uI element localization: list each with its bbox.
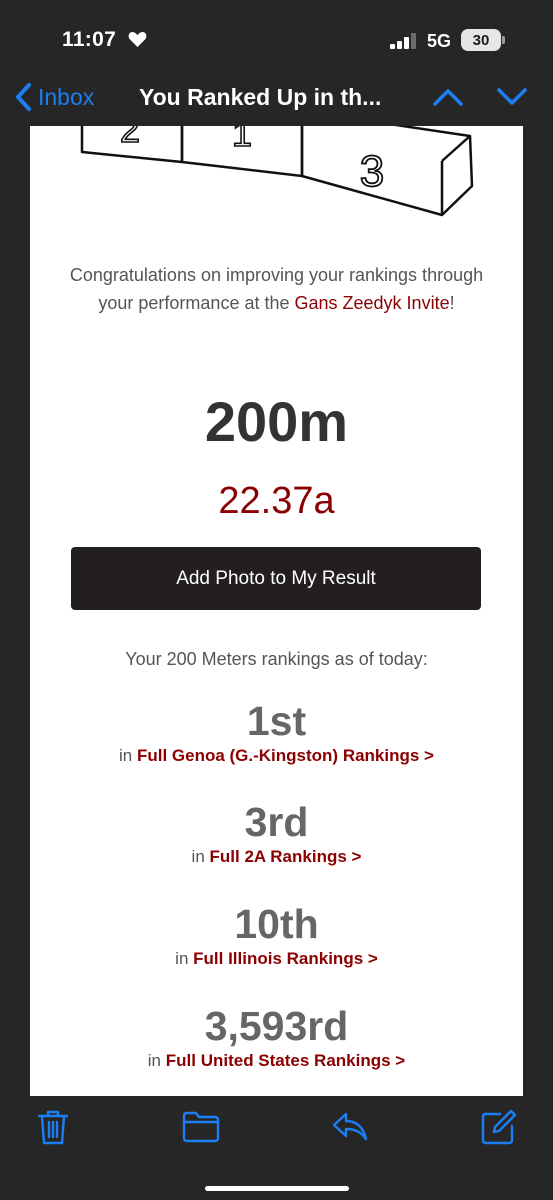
congratulations-text: Congratulations on improving your rankin… <box>50 261 503 317</box>
rank-value: 3rd <box>244 799 309 845</box>
email-body: 2 1 3 Congratulations on improving your … <box>30 126 523 1096</box>
trash-icon[interactable] <box>36 1108 70 1146</box>
rankings-link-united-states[interactable]: Full United States Rankings > <box>166 1051 405 1070</box>
ranking-item: 3,593rd in Full United States Rankings > <box>30 1003 523 1071</box>
back-label: Inbox <box>38 83 95 110</box>
mail-nav-bar: Inbox You Ranked Up in th... <box>0 68 553 126</box>
rankings-heading: Your 200 Meters rankings as of today: <box>125 649 428 669</box>
rank-line: in Full Genoa (G.-Kingston) Rankings > <box>30 746 523 766</box>
rankings-link-illinois[interactable]: Full Illinois Rankings > <box>193 949 378 968</box>
chevron-down-icon[interactable] <box>496 86 528 108</box>
email-subject-title: You Ranked Up in th... <box>139 84 382 110</box>
back-to-inbox-button[interactable]: Inbox <box>14 80 94 114</box>
rank-prefix: in <box>191 847 210 866</box>
ranking-item: 3rd in Full 2A Rankings > <box>30 799 523 867</box>
rank-prefix: in <box>147 1051 166 1070</box>
event-name: 200m <box>204 390 349 453</box>
mail-toolbar <box>0 1096 553 1200</box>
rankings-link-genoa[interactable]: Full Genoa (G.-Kingston) Rankings > <box>137 746 434 765</box>
result-mark: 22.37a <box>218 480 335 522</box>
podium-number-3: 3 <box>360 147 384 196</box>
podium-number-1: 1 <box>232 126 252 154</box>
rank-line: in Full United States Rankings > <box>30 1051 523 1071</box>
signal-icon <box>390 33 416 49</box>
add-photo-button[interactable]: Add Photo to My Result <box>71 547 481 610</box>
ranking-item: 10th in Full Illinois Rankings > <box>30 901 523 969</box>
rank-line: in Full 2A Rankings > <box>30 847 523 867</box>
rank-prefix: in <box>118 746 137 765</box>
status-time: 11:07 <box>62 28 117 51</box>
ranking-item: 1st in Full Genoa (G.-Kingston) Rankings… <box>30 698 523 766</box>
chevron-up-icon[interactable] <box>432 86 464 108</box>
compose-icon[interactable] <box>480 1108 518 1146</box>
rankings-link-2a[interactable]: Full 2A Rankings > <box>210 847 362 866</box>
status-bar: 11:07 5G 30 <box>0 0 553 68</box>
podium-number-2: 2 <box>120 126 140 150</box>
heart-icon <box>128 32 147 47</box>
rank-value: 10th <box>234 901 319 947</box>
battery-nub <box>502 36 505 44</box>
chevron-left-icon <box>16 83 31 111</box>
battery-indicator: 30 <box>461 29 501 51</box>
home-indicator <box>205 1186 349 1191</box>
podium-illustration: 2 1 3 <box>80 126 474 217</box>
network-label: 5G <box>427 31 452 51</box>
folder-icon[interactable] <box>181 1108 221 1144</box>
meet-name-link[interactable]: Gans Zeedyk Invite <box>295 293 450 313</box>
intro-end: ! <box>449 293 455 313</box>
rank-value: 1st <box>246 698 307 744</box>
rank-line: in Full Illinois Rankings > <box>30 949 523 969</box>
rank-value: 3,593rd <box>204 1003 349 1049</box>
reply-icon[interactable] <box>330 1108 370 1144</box>
rank-prefix: in <box>175 949 194 968</box>
